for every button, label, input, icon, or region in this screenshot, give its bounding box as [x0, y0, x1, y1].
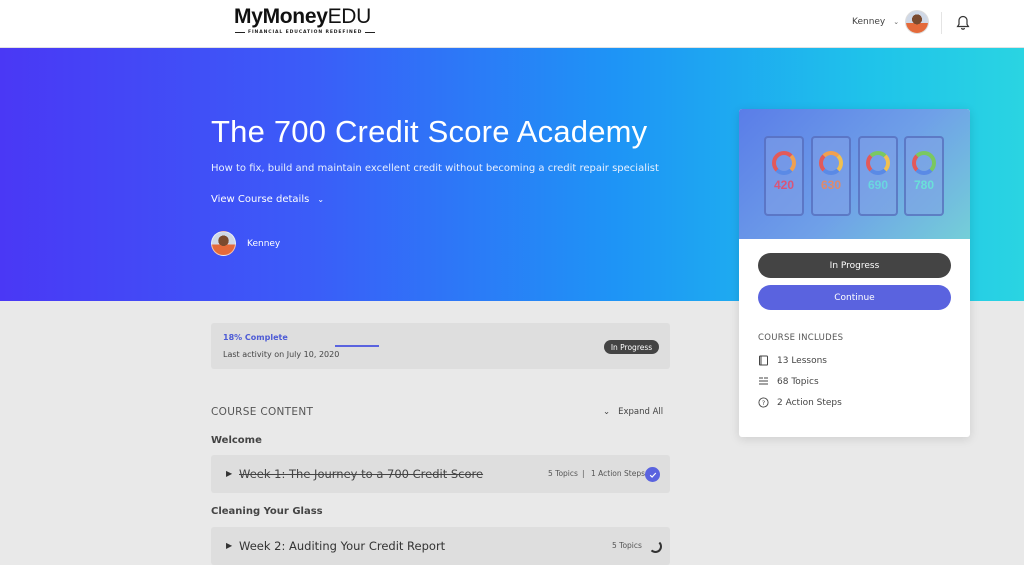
score-value: 630 — [820, 178, 842, 192]
credit-score-phone: 630 — [811, 136, 851, 216]
gauge-icon — [866, 151, 890, 175]
gauge-icon — [819, 151, 843, 175]
course-thumbnail: 420 630 690 780 — [739, 109, 970, 239]
course-content-heading: COURSE CONTENT — [211, 406, 314, 418]
lesson-row[interactable]: ▶ Week 1: The Journey to a 700 Credit Sc… — [211, 455, 670, 493]
top-navbar: MyMoneyEDU FINANCIAL EDUCATION REDEFINED… — [0, 0, 1024, 48]
course-includes-heading: COURSE INCLUDES — [758, 333, 844, 343]
score-value: 780 — [913, 178, 935, 192]
site-logo[interactable]: MyMoneyEDU FINANCIAL EDUCATION REDEFINED — [234, 5, 376, 35]
user-name: Kenney — [852, 17, 886, 27]
progress-spinner-icon — [649, 540, 662, 553]
author-avatar — [211, 231, 236, 256]
lesson-topics-count: 5 Topics — [548, 469, 578, 478]
section-heading: Welcome — [211, 435, 262, 446]
question-circle-icon: ? — [758, 397, 769, 408]
avatar — [905, 10, 930, 34]
gauge-icon — [772, 151, 796, 175]
credit-score-phone: 420 — [764, 136, 804, 216]
header-divider — [941, 12, 942, 34]
expand-triangle-icon[interactable]: ▶ — [226, 541, 232, 550]
lesson-row[interactable]: ▶ Week 2: Auditing Your Credit Report 5 … — [211, 527, 670, 565]
expand-all-button[interactable]: ⌄ Expand All — [603, 407, 663, 417]
in-progress-button[interactable]: In Progress — [758, 253, 951, 278]
course-sidebar-card: 420 630 690 780 In Progress Continue COU… — [739, 109, 970, 437]
user-menu[interactable]: Kenney ⌄ — [852, 10, 930, 34]
section-heading: Cleaning Your Glass — [211, 506, 323, 517]
includes-topics: 68 Topics — [758, 376, 819, 387]
course-author[interactable]: Kenney — [211, 231, 280, 256]
expand-triangle-icon[interactable]: ▶ — [226, 469, 232, 478]
chevron-down-icon: ⌄ — [317, 195, 325, 204]
continue-button[interactable]: Continue — [758, 285, 951, 310]
status-badge: In Progress — [604, 340, 659, 354]
logo-wordmark: MyMoneyEDU — [234, 5, 372, 28]
lesson-steps-count: 1 Action Steps — [591, 469, 646, 478]
score-value: 420 — [773, 178, 795, 192]
score-value: 690 — [867, 178, 889, 192]
progress-bar — [335, 345, 379, 347]
bell-icon[interactable] — [956, 15, 970, 31]
chevron-down-icon: ⌄ — [893, 18, 900, 26]
lesson-title[interactable]: Week 1: The Journey to a 700 Credit Scor… — [239, 467, 483, 481]
includes-lessons: 13 Lessons — [758, 355, 827, 366]
last-activity: Last activity on July 10, 2020 — [223, 350, 340, 359]
includes-action-steps: ? 2 Action Steps — [758, 397, 842, 408]
meta-separator: | — [582, 469, 585, 478]
svg-text:?: ? — [762, 399, 765, 407]
book-icon — [759, 355, 768, 366]
course-progress: 18% Complete Last activity on July 10, 2… — [211, 323, 670, 369]
view-course-details-link[interactable]: View Course details ⌄ — [211, 194, 324, 205]
logo-tagline: FINANCIAL EDUCATION REDEFINED — [235, 30, 376, 35]
view-course-details-label: View Course details — [211, 194, 310, 205]
author-name: Kenney — [247, 238, 281, 249]
check-icon — [645, 467, 660, 482]
credit-score-phone: 690 — [858, 136, 898, 216]
lesson-topics-count: 5 Topics — [612, 541, 642, 550]
course-title: The 700 Credit Score Academy — [211, 114, 648, 149]
lesson-title[interactable]: Week 2: Auditing Your Credit Report — [239, 539, 445, 553]
course-subtitle: How to fix, build and maintain excellent… — [211, 163, 659, 174]
progress-percent: 18% Complete — [223, 333, 288, 342]
topics-list-icon — [759, 377, 768, 385]
credit-score-phone: 780 — [904, 136, 944, 216]
gauge-icon — [912, 151, 936, 175]
expand-all-label: Expand All — [618, 407, 664, 417]
chevron-down-icon: ⌄ — [603, 407, 611, 417]
